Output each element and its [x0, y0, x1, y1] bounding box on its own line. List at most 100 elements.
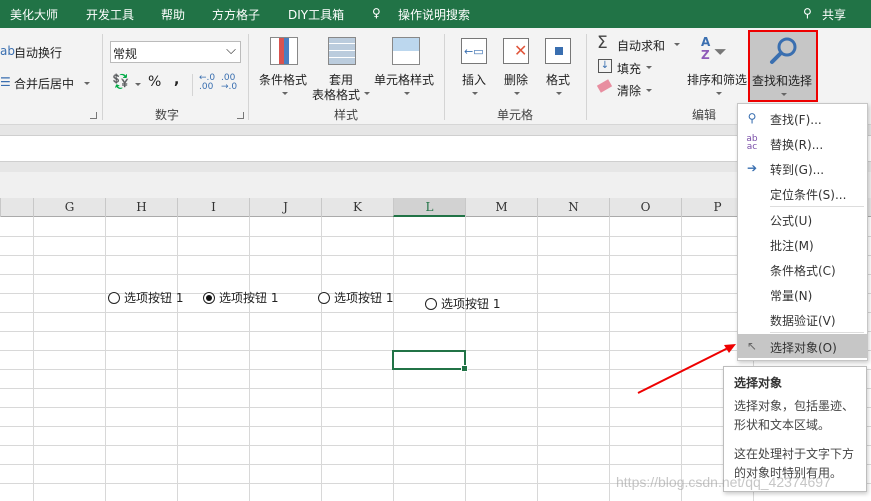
format-as-table-button-line2[interactable]: 表格格式 [312, 86, 360, 103]
pointer-icon: ↖ [746, 339, 758, 353]
merge-center-button[interactable]: 合并后居中 [14, 75, 74, 92]
chevron-down-icon [716, 92, 722, 95]
number-format-value: 常规 [113, 47, 138, 61]
tell-me-search[interactable]: 操作说明搜索 [398, 6, 470, 23]
option-button-4[interactable]: 选项按钮 1 [425, 295, 500, 312]
tab-developer[interactable]: 开发工具 [86, 6, 134, 23]
grid-column-line [609, 217, 610, 501]
fill-button[interactable]: 填充 [617, 60, 641, 77]
menu-item-formulas[interactable]: 公式(U) [738, 207, 867, 231]
group-label-styles: 样式 [334, 108, 359, 122]
column-header-n[interactable]: N [537, 198, 609, 217]
menu-item-conditional-formatting[interactable]: 条件格式(C) [738, 257, 867, 281]
option-button-3[interactable]: 选项按钮 1 [318, 289, 393, 306]
chevron-down-icon [514, 92, 520, 95]
sort-filter-button[interactable]: 排序和筛选 [687, 71, 747, 88]
cell-styles-button[interactable]: 单元格样式 [374, 71, 434, 88]
menu-item-find[interactable]: ⚲ 查找(F)... [738, 106, 867, 130]
currency-icon[interactable]: 💱 [112, 74, 129, 90]
column-header-o[interactable]: O [609, 198, 681, 217]
watermark: https://blog.csdn.net/qq_42374697 [616, 474, 831, 490]
column-header-l[interactable]: L [393, 198, 465, 217]
decrease-decimal-icon[interactable]: .00 →.0 [221, 74, 237, 92]
find-select-label: 查找和选择 [752, 74, 813, 88]
group-label-number: 数字 [155, 108, 180, 122]
delete-button[interactable]: 删除 [504, 71, 528, 88]
column-header-j[interactable]: J [249, 198, 321, 217]
column-header-m[interactable]: M [465, 198, 537, 217]
clear-button[interactable]: 清除 [617, 82, 641, 99]
dialog-launcher-icon[interactable] [90, 112, 97, 119]
wrap-text-icon: ab [0, 44, 15, 58]
chevron-down-icon [364, 92, 370, 95]
selected-cell[interactable] [392, 350, 468, 372]
chevron-down-icon [646, 66, 652, 69]
replace-icon: ab ac [746, 134, 758, 152]
grid-column-line [177, 217, 178, 501]
comma-button[interactable]: , [174, 72, 179, 88]
chevron-down-icon [135, 83, 141, 86]
column-header-k[interactable]: K [321, 198, 393, 217]
tab-meihua[interactable]: 美化大师 [10, 6, 58, 23]
tooltip-line1: 选择对象，包括墨迹、形状和文本区域。 [734, 399, 855, 432]
column-header-g[interactable]: G [33, 198, 105, 217]
sort-filter-icon: AZ [701, 35, 711, 62]
percent-button[interactable]: % [148, 74, 161, 90]
eraser-icon [596, 79, 613, 93]
chevron-down-icon [282, 92, 288, 95]
option-label: 选项按钮 1 [124, 291, 184, 305]
column-header-h[interactable]: H [105, 198, 177, 217]
option-label: 选项按钮 1 [334, 291, 394, 305]
tab-help[interactable]: 帮助 [161, 6, 185, 23]
grid-column-line [249, 217, 250, 501]
menu-item-goto-special[interactable]: 定位条件(S)... [738, 181, 867, 205]
tab-diy[interactable]: DIY工具箱 [288, 6, 344, 23]
chevron-down-icon [646, 89, 652, 92]
dialog-launcher-icon[interactable] [237, 112, 244, 119]
number-format-select[interactable]: 常规 ⌵ [110, 41, 241, 63]
grid-column-line [321, 217, 322, 501]
radio-circle [318, 291, 330, 304]
find-select-button[interactable]: 查找和选择 [748, 30, 818, 102]
menu-item-select-objects[interactable]: ↖ 选择对象(O) [738, 334, 867, 358]
magnifier-icon [770, 37, 797, 64]
menu-item-comments[interactable]: 批注(M) [738, 232, 867, 256]
tooltip-title: 选择对象 [734, 376, 783, 390]
radio-circle [108, 291, 120, 304]
fill-down-icon: ↓ [598, 59, 612, 73]
option-label: 选项按钮 1 [219, 291, 279, 305]
cell-styles-icon [392, 37, 420, 65]
search-icon: ⚲ [747, 111, 757, 125]
chevron-down-icon [404, 92, 410, 95]
insert-cells-icon: ←▭ [461, 38, 487, 64]
filter-icon: ⏷ [714, 42, 727, 61]
tab-fangfang[interactable]: 方方格子 [212, 6, 260, 23]
chevron-down-icon [472, 92, 478, 95]
arrow-right-icon: ➔ [746, 161, 758, 175]
chevron-down-icon [84, 82, 90, 85]
option-button-2[interactable]: 选项按钮 1 [203, 289, 278, 306]
format-cells-icon [545, 38, 571, 64]
group-label-cells: 单元格 [497, 108, 534, 122]
wrap-text-button[interactable]: 自动换行 [14, 44, 62, 61]
menu-item-replace[interactable]: ab ac 替换(R)... [738, 131, 867, 155]
delete-cells-icon: ✕ [503, 38, 529, 64]
menu-item-goto[interactable]: ➔ 转到(G)... [738, 156, 867, 180]
column-header-i[interactable]: I [177, 198, 249, 217]
option-button-1[interactable]: 选项按钮 1 [108, 289, 183, 306]
chevron-down-icon [674, 43, 680, 46]
group-label-editing: 编辑 [692, 108, 717, 122]
conditional-format-button[interactable]: 条件格式 [259, 71, 307, 88]
increase-decimal-icon[interactable]: ←.0.00 [199, 74, 215, 92]
chevron-down-icon [781, 93, 787, 96]
menu-item-constants[interactable]: 常量(N) [738, 282, 867, 306]
insert-button[interactable]: 插入 [462, 71, 486, 88]
merge-icon: ☰ [0, 75, 11, 89]
conditional-format-icon [270, 37, 298, 65]
share-button[interactable]: 共享 [822, 6, 846, 23]
autosum-button[interactable]: 自动求和 [617, 37, 665, 54]
format-button[interactable]: 格式 [546, 71, 570, 88]
find-select-dropdown: ⚲ 查找(F)... ab ac 替换(R)... ➔ 转到(G)... 定位条件(S)… [737, 103, 868, 361]
menu-item-data-validation[interactable]: 数据验证(V) [738, 307, 867, 331]
sigma-icon: Σ [597, 33, 608, 53]
